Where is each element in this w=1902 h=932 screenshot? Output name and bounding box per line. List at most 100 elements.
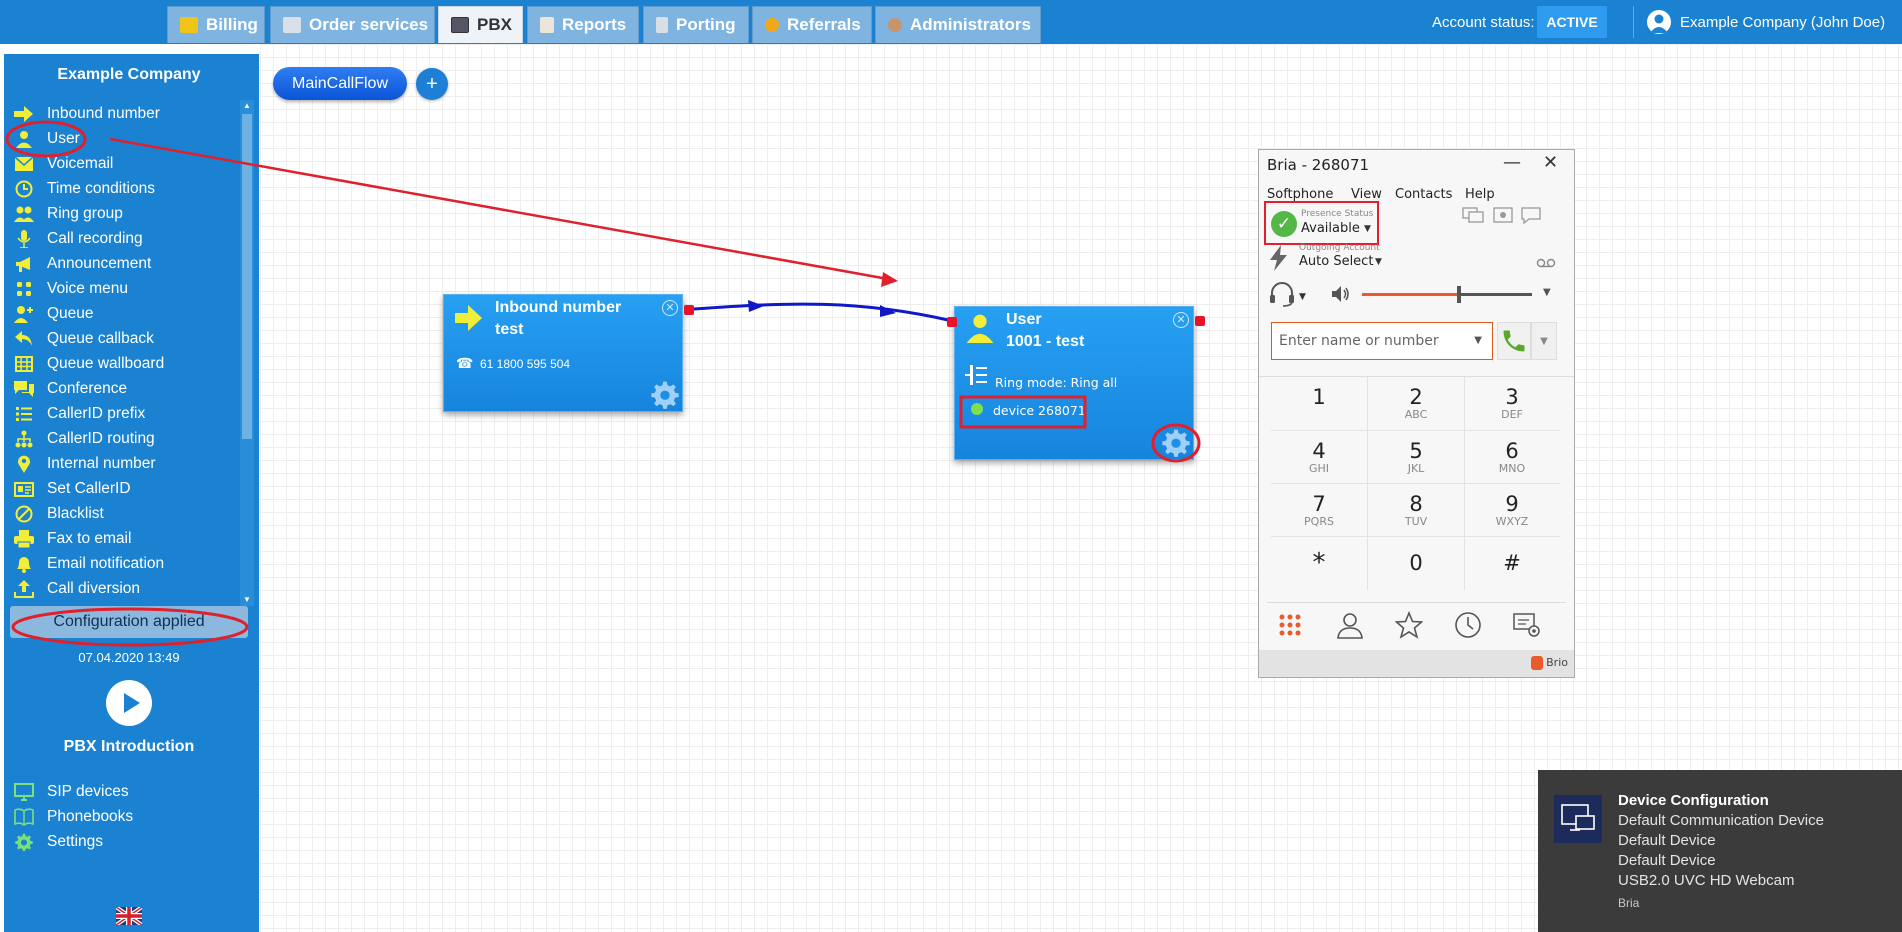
- volume-slider[interactable]: [1362, 286, 1532, 303]
- flow-node-inbound-number[interactable]: Inbound number test ✕ ☎ 61 1800 595 504: [443, 294, 694, 412]
- minimize-icon[interactable]: —: [1503, 152, 1521, 173]
- key-digit: 5: [1409, 439, 1423, 463]
- speaker-icon[interactable]: [1331, 285, 1351, 307]
- input-port[interactable]: [947, 317, 957, 327]
- arrow-right-icon: [455, 305, 483, 336]
- close-icon[interactable]: ✕: [1173, 312, 1189, 328]
- key-letters: PQRS: [1304, 515, 1334, 528]
- toast-source: Bria: [1618, 896, 1640, 910]
- key-digit: *: [1312, 548, 1326, 578]
- dialpad-key-1[interactable]: 1: [1271, 377, 1367, 430]
- flow-node-user[interactable]: User 1001 - test ✕ Ring mode: Ring all d…: [947, 306, 1205, 460]
- screen-share-icon[interactable]: [1462, 207, 1484, 227]
- key-digit: #: [1503, 551, 1521, 575]
- chevron-down-icon: ▼: [1364, 224, 1371, 234]
- voicemail-icon[interactable]: [1536, 253, 1556, 272]
- output-port[interactable]: [1195, 316, 1205, 326]
- dialpad-key-6[interactable]: 6 MNO: [1464, 430, 1560, 484]
- key-letters: DEF: [1501, 408, 1523, 421]
- favorites-tab-icon[interactable]: [1392, 608, 1426, 642]
- toast-line: USB2.0 UVC HD Webcam: [1618, 872, 1795, 889]
- dialpad-key-2[interactable]: 2 ABC: [1367, 377, 1465, 430]
- menu-help[interactable]: Help: [1465, 187, 1495, 202]
- gear-icon[interactable]: [1162, 429, 1190, 457]
- notification-toast[interactable]: Device Configuration Default Communicati…: [1538, 770, 1902, 932]
- lightning-icon: [1267, 245, 1289, 275]
- presence-status-label: Presence Status: [1301, 209, 1374, 219]
- toast-line: Default Device: [1618, 852, 1716, 869]
- settings-tab-icon[interactable]: [1510, 608, 1544, 642]
- bria-logo-icon: [1531, 656, 1544, 670]
- output-port[interactable]: [684, 305, 694, 315]
- dialpad-key-hash[interactable]: #: [1464, 536, 1560, 590]
- key-digit: 1: [1312, 385, 1326, 409]
- video-icon[interactable]: [1493, 207, 1513, 227]
- divider: [1267, 602, 1566, 603]
- key-letters: ABC: [1404, 408, 1428, 421]
- volume-slider-handle[interactable]: [1456, 286, 1461, 303]
- toast-line: Default Device: [1618, 832, 1716, 849]
- toast-title: Device Configuration: [1618, 792, 1769, 809]
- key-digit: 0: [1409, 551, 1423, 575]
- history-tab-icon[interactable]: [1451, 608, 1485, 642]
- dialpad-key-8[interactable]: 8 TUV: [1367, 483, 1465, 537]
- node-title: User: [1006, 311, 1042, 328]
- phone-icon: ☎: [456, 355, 474, 371]
- key-digit: 8: [1409, 492, 1423, 516]
- contacts-tab-icon[interactable]: [1333, 608, 1367, 642]
- ring-mode-icon: [965, 365, 989, 390]
- key-digit: 7: [1312, 492, 1326, 516]
- key-digit: 3: [1505, 385, 1519, 409]
- toast-line: Default Communication Device: [1618, 812, 1824, 829]
- bria-softphone-window: Bria - 268071 — ✕ Softphone View Contact…: [1258, 149, 1575, 678]
- presence-status-selector[interactable]: ✓ Presence Status Available ▼: [1264, 201, 1379, 245]
- key-digit: 6: [1505, 439, 1519, 463]
- key-letters: WXYZ: [1495, 515, 1529, 528]
- key-letters: GHI: [1308, 462, 1330, 475]
- dialpad-key-4[interactable]: 4 GHI: [1271, 430, 1367, 484]
- brand-text: Brio: [1546, 656, 1568, 669]
- chat-icon[interactable]: [1521, 207, 1541, 229]
- ring-mode-text: Ring mode: Ring all: [995, 375, 1118, 390]
- dialpad-key-7[interactable]: 7 PQRS: [1271, 483, 1367, 537]
- outgoing-account-select[interactable]: Auto Select: [1299, 254, 1373, 269]
- dial-input-placeholder: Enter name or number: [1279, 333, 1439, 349]
- bria-footer: Brio: [1259, 650, 1574, 677]
- connection-line: [693, 302, 949, 322]
- menu-softphone[interactable]: Softphone: [1267, 187, 1333, 202]
- presence-status-value: Available: [1301, 221, 1360, 236]
- chevron-down-icon[interactable]: ▼: [1543, 287, 1551, 298]
- chevron-down-icon[interactable]: ▼: [1299, 292, 1306, 302]
- menu-view[interactable]: View: [1351, 187, 1382, 202]
- dialpad-key-5[interactable]: 5 JKL: [1367, 430, 1465, 484]
- call-options-dropdown[interactable]: ▼: [1531, 322, 1557, 360]
- menu-contacts[interactable]: Contacts: [1395, 187, 1452, 202]
- key-digit: 4: [1312, 439, 1326, 463]
- gear-icon[interactable]: [651, 381, 679, 409]
- node-subtitle: test: [495, 321, 524, 338]
- dialpad-key-3[interactable]: 3 DEF: [1464, 377, 1560, 430]
- device-config-icon: [1554, 795, 1602, 843]
- node-title: Inbound number: [495, 299, 622, 316]
- device-label[interactable]: device 268071: [993, 403, 1086, 418]
- dialpad-tab-icon[interactable]: [1273, 608, 1307, 642]
- close-icon[interactable]: ✕: [662, 300, 678, 316]
- close-icon[interactable]: ✕: [1543, 152, 1558, 173]
- call-button[interactable]: [1497, 322, 1531, 360]
- window-title: Bria - 268071: [1267, 156, 1370, 174]
- dialpad-key-9[interactable]: 9 WXYZ: [1464, 483, 1560, 537]
- user-icon: [965, 313, 995, 348]
- dial-input[interactable]: Enter name or number ▼: [1271, 322, 1493, 360]
- key-digit: 2: [1409, 385, 1423, 409]
- outgoing-account-label: Outgoing Account: [1299, 243, 1380, 253]
- chevron-down-icon[interactable]: ▼: [1474, 335, 1482, 346]
- check-icon: ✓: [1271, 211, 1297, 237]
- key-letters: TUV: [1404, 515, 1428, 528]
- dialpad-key-star[interactable]: *: [1271, 536, 1367, 590]
- headset-icon[interactable]: [1269, 281, 1295, 311]
- node-phone-number: 61 1800 595 504: [480, 357, 571, 371]
- volume-level: [1362, 293, 1459, 296]
- key-letters: MNO: [1498, 462, 1526, 475]
- dialpad-key-0[interactable]: 0: [1367, 536, 1465, 590]
- node-subtitle: 1001 - test: [1006, 333, 1085, 350]
